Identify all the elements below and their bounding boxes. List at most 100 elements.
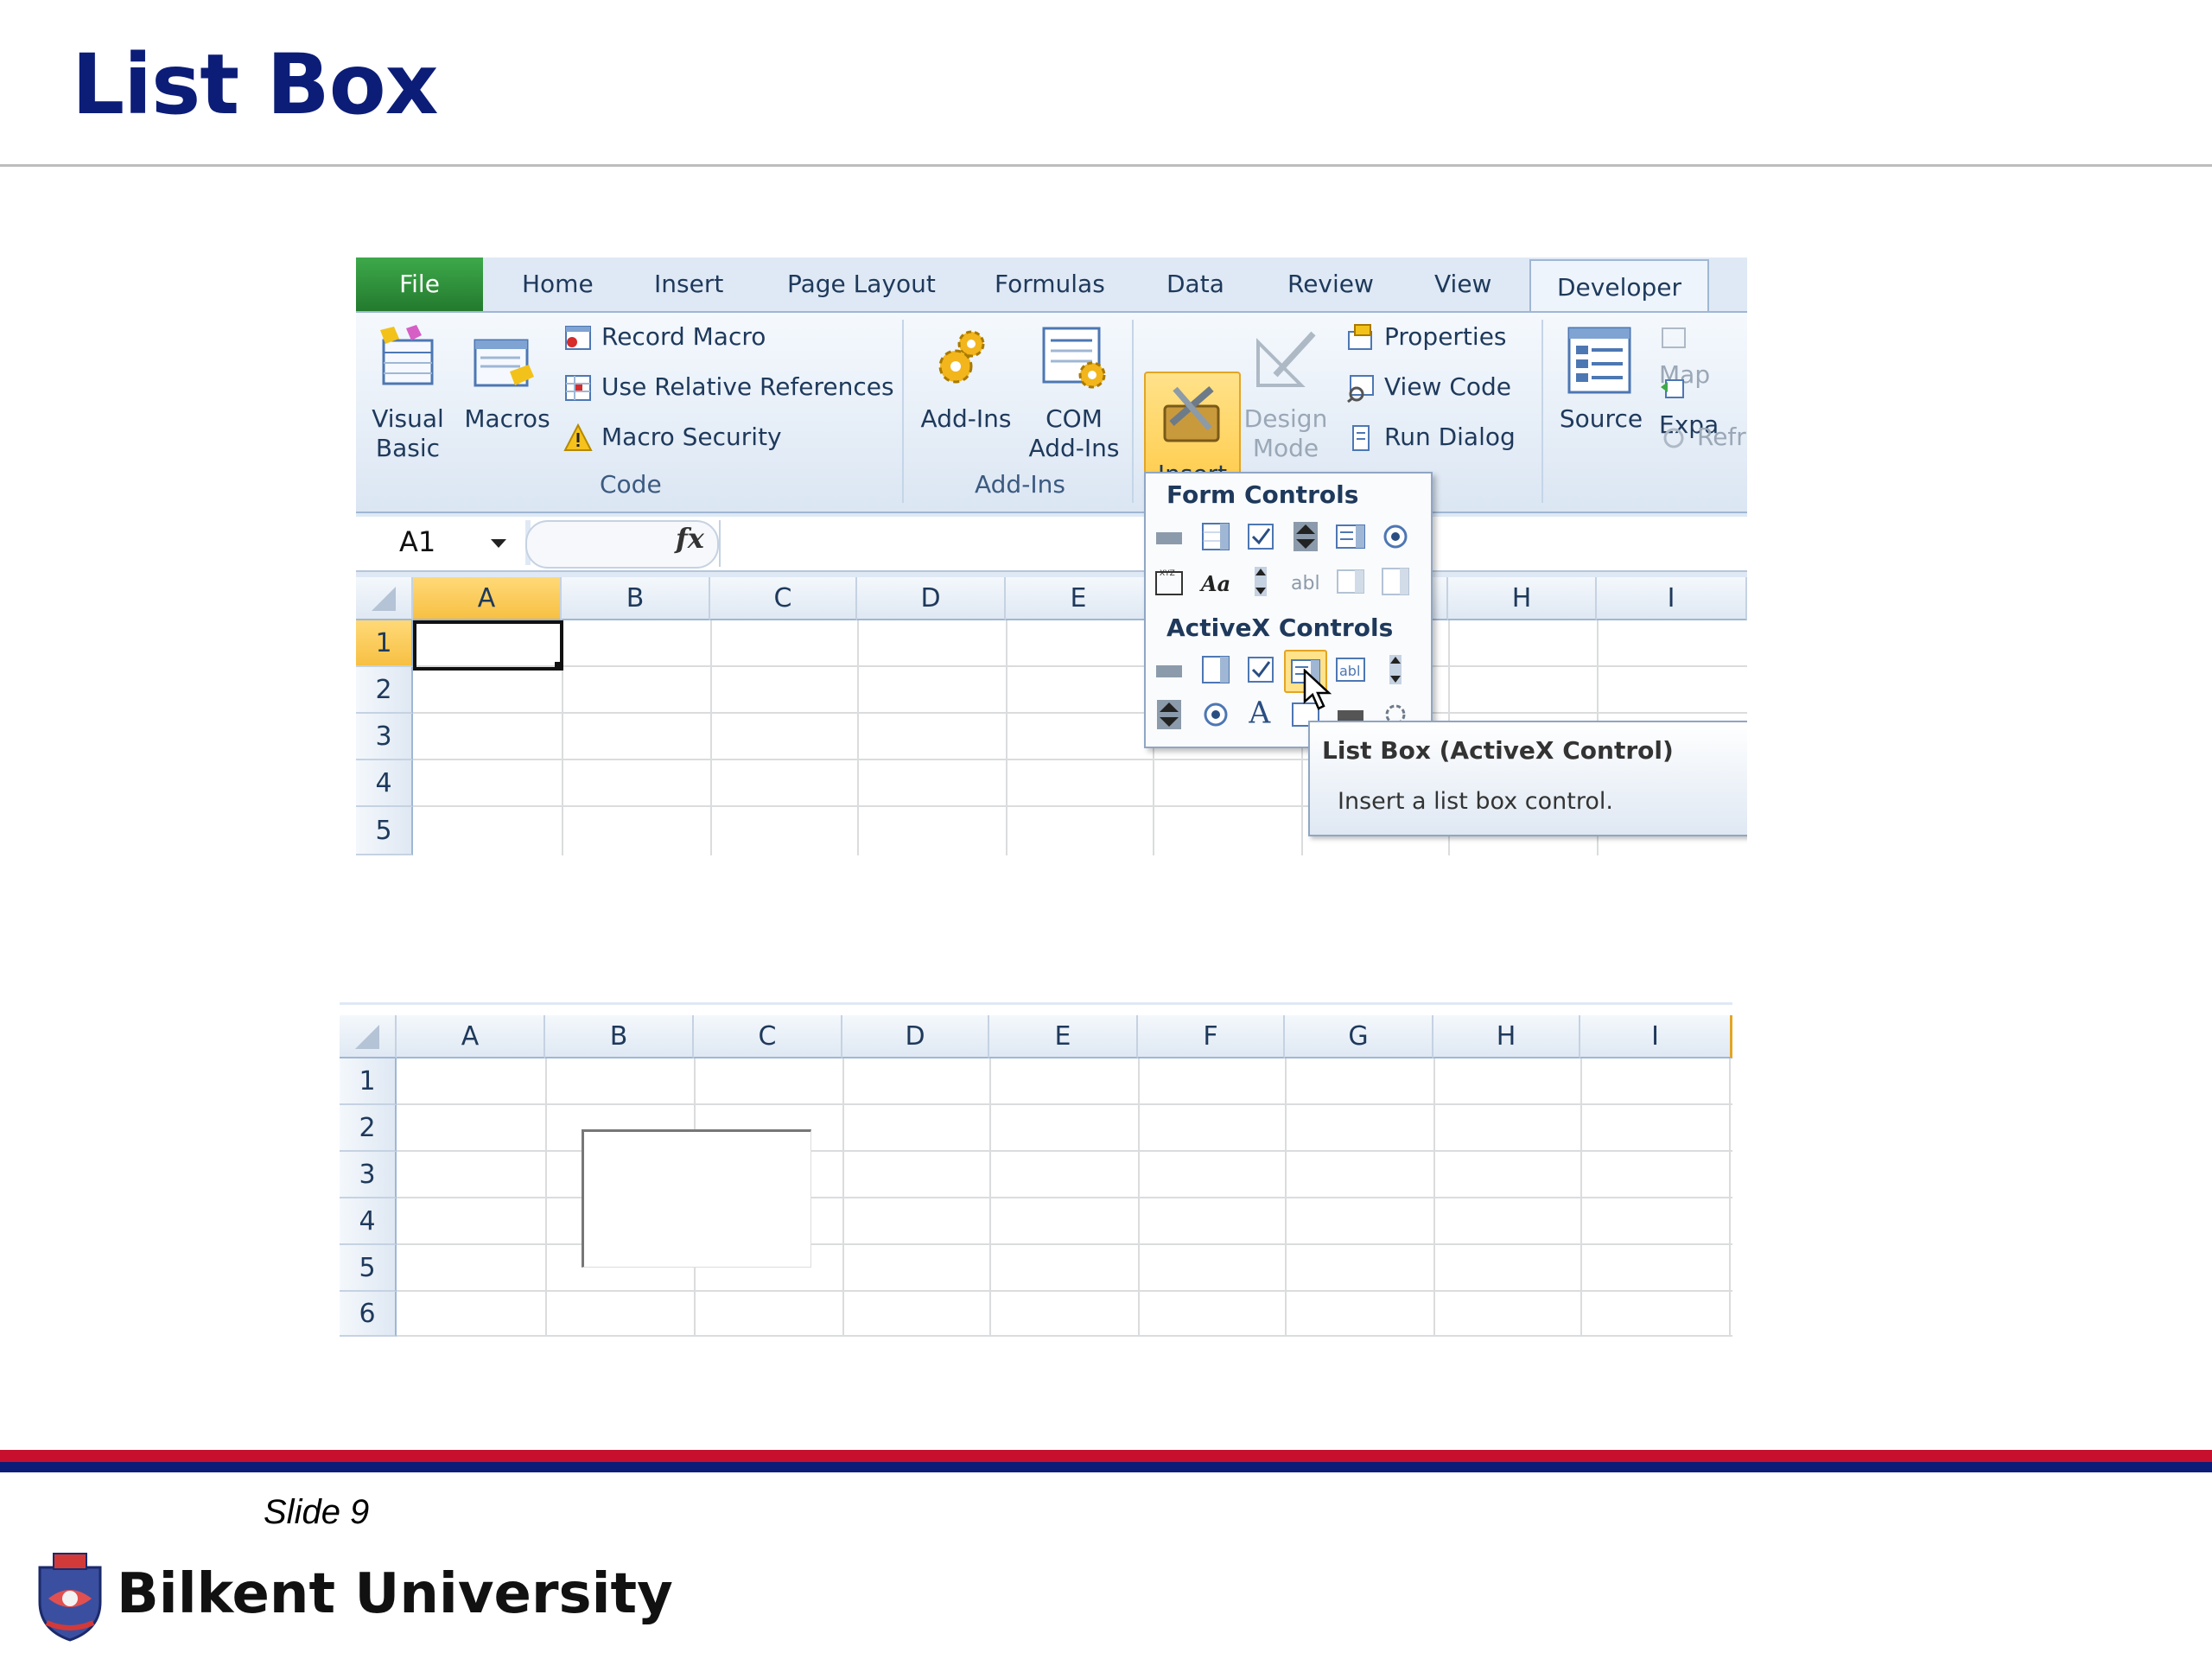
spin-button-activex-icon[interactable] <box>1153 698 1185 731</box>
gridline <box>397 1335 1732 1337</box>
row-header-2[interactable]: 2 <box>356 667 413 714</box>
refresh-data-button[interactable]: Refr <box>1659 418 1746 456</box>
add-ins-group-label: Add-Ins <box>975 470 1065 499</box>
column-header-c[interactable]: C <box>710 577 857 620</box>
gridline <box>413 665 1747 667</box>
gridline <box>1006 620 1007 855</box>
button-control-icon[interactable] <box>1153 520 1185 553</box>
tab-formulas[interactable]: Formulas <box>995 257 1105 311</box>
column-header-a[interactable]: A <box>413 577 562 620</box>
refresh-icon <box>1659 423 1688 453</box>
record-macro-button[interactable]: Record Macro <box>563 318 766 356</box>
tab-home[interactable]: Home <box>522 257 594 311</box>
row-header-4[interactable]: 4 <box>340 1198 397 1245</box>
macro-security-button[interactable]: Macro Security <box>563 418 782 456</box>
fill-handle[interactable] <box>555 662 563 671</box>
option-button-control-icon[interactable] <box>1379 520 1412 553</box>
command-button-activex-icon[interactable] <box>1153 653 1185 686</box>
row-header-6[interactable]: 6 <box>340 1292 397 1337</box>
macros-button[interactable]: Macros <box>460 404 555 434</box>
row-header-5[interactable]: 5 <box>356 807 413 855</box>
column-header-b[interactable]: B <box>562 577 710 620</box>
column-header-h[interactable]: H <box>1448 577 1597 620</box>
column-header-e[interactable]: E <box>1006 577 1153 620</box>
label-control-icon[interactable]: Aa <box>1199 565 1232 598</box>
view-code-button[interactable]: View Code <box>1346 368 1511 406</box>
row-header-2[interactable]: 2 <box>340 1105 397 1152</box>
text-box-activex-icon[interactable]: abl <box>1334 653 1367 686</box>
expansion-packs-button[interactable]: Expa <box>1659 368 1747 439</box>
design-mode-button[interactable]: Design Mode <box>1241 404 1331 463</box>
option-button-activex-icon[interactable] <box>1199 698 1232 731</box>
insert-controls-dropdown: Form Controls XYZ Aa abl ActiveX Control… <box>1144 472 1433 748</box>
combo-box-activex-icon[interactable] <box>1199 653 1232 686</box>
column-header-e[interactable]: E <box>989 1015 1138 1058</box>
column-header-a[interactable]: A <box>397 1015 545 1058</box>
scroll-bar-control-icon[interactable] <box>1244 565 1277 598</box>
check-box-control-icon[interactable] <box>1244 520 1277 553</box>
run-dialog-button[interactable]: Run Dialog <box>1346 418 1516 456</box>
tab-page-layout[interactable]: Page Layout <box>787 257 936 311</box>
worksheet-with-listbox-screenshot: A B C D E F G H I 1 2 3 4 5 6 <box>340 1002 1732 1337</box>
visual-basic-button[interactable]: Visual Basic <box>365 404 451 463</box>
tab-insert[interactable]: Insert <box>654 257 723 311</box>
visual-basic-icon[interactable] <box>372 325 444 387</box>
row-header-3[interactable]: 3 <box>340 1152 397 1198</box>
active-cell-a1[interactable] <box>413 620 563 671</box>
column-header-i[interactable]: I <box>1597 577 1747 620</box>
group-box-control-icon[interactable]: XYZ <box>1153 565 1185 598</box>
ribbon-tab-bar: File Home Insert Page Layout Formulas Da… <box>356 257 1747 315</box>
scroll-bar-activex-icon[interactable] <box>1379 653 1412 686</box>
chevron-down-icon[interactable] <box>491 539 506 548</box>
add-ins-button[interactable]: Add-Ins <box>916 404 1016 434</box>
macros-icon[interactable] <box>467 334 539 392</box>
list-box-control-icon[interactable] <box>1334 520 1367 553</box>
list-box-control[interactable] <box>582 1129 811 1268</box>
spin-button-control-icon[interactable] <box>1289 520 1322 553</box>
combo-box-control-icon[interactable] <box>1199 520 1232 553</box>
properties-button[interactable]: Properties <box>1346 318 1507 356</box>
fx-icon[interactable]: fx <box>676 522 704 555</box>
mouse-cursor-icon <box>1303 669 1332 710</box>
check-box-activex-icon[interactable] <box>1244 653 1277 686</box>
select-all-corner[interactable] <box>356 577 413 620</box>
map-properties-button[interactable]: Map <box>1659 318 1747 389</box>
tab-data[interactable]: Data <box>1166 257 1224 311</box>
label-activex-icon[interactable]: A <box>1244 695 1277 728</box>
row-header-1[interactable]: 1 <box>340 1058 397 1105</box>
use-relative-references-button[interactable]: Use Relative References <box>563 368 894 406</box>
tab-view[interactable]: View <box>1434 257 1491 311</box>
map-properties-icon <box>1659 323 1688 353</box>
tab-developer[interactable]: Developer <box>1529 259 1710 315</box>
tab-review[interactable]: Review <box>1287 257 1374 311</box>
university-name: Bilkent University <box>117 1562 673 1626</box>
row-header-5[interactable]: 5 <box>340 1245 397 1292</box>
text-field-control-icon[interactable]: abl <box>1289 565 1322 598</box>
column-header-g[interactable]: G <box>1285 1015 1433 1058</box>
gridline <box>397 1103 1732 1105</box>
column-header-h[interactable]: H <box>1433 1015 1580 1058</box>
com-add-ins-button[interactable]: COM Add-Ins <box>1020 404 1128 463</box>
com-add-ins-icon[interactable] <box>1033 325 1116 394</box>
column-header-i[interactable]: I <box>1580 1015 1732 1058</box>
slide-number: Slide 9 <box>264 1493 370 1531</box>
row-header-3[interactable]: 3 <box>356 714 413 760</box>
column-header-b[interactable]: B <box>545 1015 694 1058</box>
name-box[interactable]: A1 <box>399 525 435 558</box>
source-icon[interactable] <box>1560 325 1638 396</box>
combo-drop-down-edit-icon[interactable] <box>1379 565 1412 598</box>
column-header-d[interactable]: D <box>857 577 1006 620</box>
column-header-f[interactable]: F <box>1138 1015 1285 1058</box>
combo-list-edit-icon[interactable] <box>1334 565 1367 598</box>
add-ins-gear-icon[interactable] <box>935 325 997 389</box>
select-all-corner[interactable] <box>340 1015 397 1058</box>
column-header-d[interactable]: D <box>842 1015 989 1058</box>
group-separator <box>902 320 904 503</box>
svg-text:A: A <box>1248 696 1271 728</box>
tab-file[interactable]: File <box>356 257 483 311</box>
row-header-4[interactable]: 4 <box>356 760 413 807</box>
row-header-1[interactable]: 1 <box>356 620 413 667</box>
design-mode-icon <box>1249 325 1322 391</box>
column-header-c[interactable]: C <box>694 1015 842 1058</box>
source-button[interactable]: Source <box>1554 404 1649 434</box>
